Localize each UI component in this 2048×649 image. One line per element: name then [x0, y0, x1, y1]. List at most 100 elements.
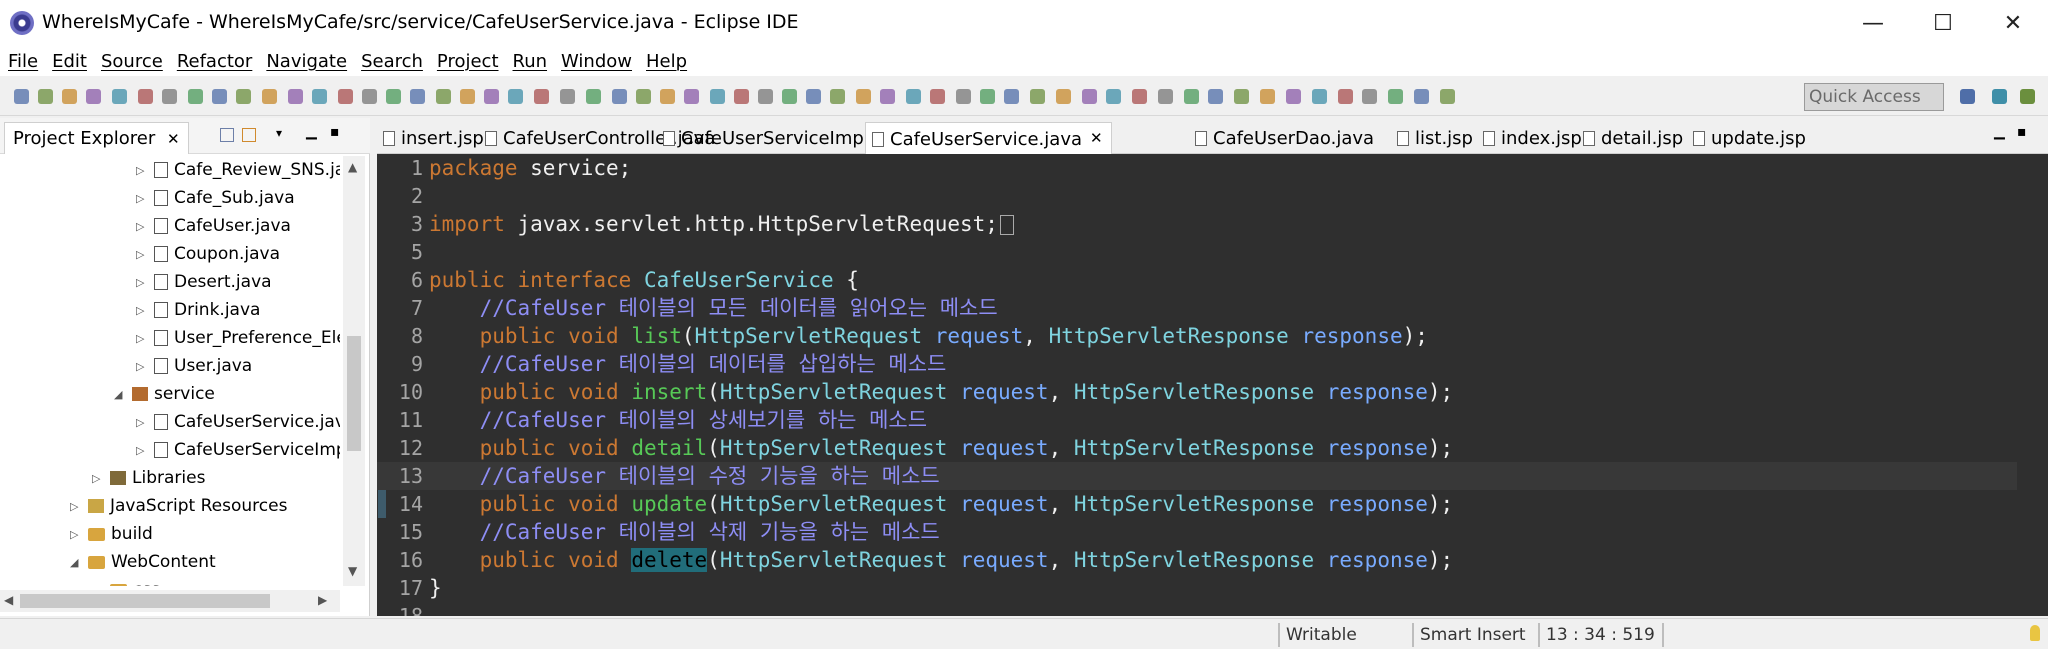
- toolbar-action-icon[interactable]: [386, 89, 401, 104]
- scroll-left-icon[interactable]: ◀: [4, 593, 13, 607]
- code-line[interactable]: 14 public void update(HttpServletRequest…: [377, 490, 2017, 518]
- toolbar-action-icon[interactable]: [684, 89, 699, 104]
- toolbar-action-icon[interactable]: [1030, 89, 1045, 104]
- menu-help[interactable]: Help: [646, 51, 687, 72]
- toolbar-action-icon[interactable]: [856, 89, 871, 104]
- toolbar-action-icon[interactable]: [1388, 89, 1403, 104]
- toolbar-action-icon[interactable]: [830, 89, 845, 104]
- view-menu-icon[interactable]: ▾: [276, 126, 282, 140]
- code-line[interactable]: 15 //CafeUser 테이블의 삭제 기능을 하는 메소드: [377, 518, 2017, 546]
- tree-item[interactable]: ▷ Cafe_Review_SNS.java: [136, 156, 340, 184]
- code-line[interactable]: 5: [377, 238, 2017, 266]
- menu-run[interactable]: Run: [513, 51, 548, 72]
- menu-navigate[interactable]: Navigate: [266, 51, 347, 72]
- toolbar-action-icon[interactable]: [212, 89, 227, 104]
- toolbar-action-icon[interactable]: [1106, 89, 1121, 104]
- code-line[interactable]: 3 import javax.servlet.http.HttpServletRe…: [377, 210, 2017, 238]
- toolbar-action-icon[interactable]: [362, 89, 377, 104]
- minimize-view-icon[interactable]: ▁: [306, 124, 317, 140]
- expand-arrow-icon[interactable]: ▷: [136, 444, 148, 457]
- toolbar-action-icon[interactable]: [1056, 89, 1071, 104]
- code-line[interactable]: 6 public interface CafeUserService {: [377, 266, 2017, 294]
- tree-item[interactable]: ▷ JavaScript Resources: [70, 492, 287, 520]
- expand-arrow-icon[interactable]: ▷: [136, 248, 148, 261]
- expand-arrow-icon[interactable]: ▷: [136, 332, 148, 345]
- toolbar-action-icon[interactable]: [980, 89, 995, 104]
- explorer-vertical-scrollbar[interactable]: ▲ ▼: [343, 156, 365, 586]
- toolbar-action-icon[interactable]: [806, 89, 821, 104]
- toolbar-action-icon[interactable]: [338, 89, 353, 104]
- toolbar-action-icon[interactable]: [560, 89, 575, 104]
- code-line[interactable]: 2: [377, 182, 2017, 210]
- expand-arrow-icon[interactable]: ▷: [136, 164, 148, 177]
- code-line[interactable]: 18: [377, 602, 2017, 616]
- code-line[interactable]: 8 public void list(HttpServletRequest re…: [377, 322, 2017, 350]
- editor-tab[interactable]: CafeUserService.java ✕: [865, 122, 1112, 154]
- perspective-icon[interactable]: [2020, 89, 2035, 104]
- vertical-scroll-thumb[interactable]: [347, 336, 361, 451]
- toolbar-action-icon[interactable]: [956, 89, 971, 104]
- toolbar-action-icon[interactable]: [1158, 89, 1173, 104]
- toolbar-action-icon[interactable]: [906, 89, 921, 104]
- toolbar-action-icon[interactable]: [312, 89, 327, 104]
- toolbar-action-icon[interactable]: [660, 89, 675, 104]
- code-line[interactable]: 17}: [377, 574, 2017, 602]
- toolbar-action-icon[interactable]: [710, 89, 725, 104]
- code-line[interactable]: 13 //CafeUser 테이블의 수정 기능을 하는 메소드: [377, 462, 2017, 490]
- close-button[interactable]: ✕: [1978, 0, 2048, 46]
- tree-item[interactable]: ▷ CafeUserService.java: [136, 408, 340, 436]
- toolbar-action-icon[interactable]: [586, 89, 601, 104]
- toolbar-action-icon[interactable]: [880, 89, 895, 104]
- toolbar-action-icon[interactable]: [1338, 89, 1353, 104]
- toolbar-action-icon[interactable]: [86, 89, 101, 104]
- toolbar-action-icon[interactable]: [410, 89, 425, 104]
- code-text-area[interactable]: 1 package service; 2 3 import javax.servlet.…: [377, 154, 2048, 616]
- scroll-down-icon[interactable]: ▼: [348, 564, 357, 578]
- menu-file[interactable]: File: [8, 51, 38, 72]
- toolbar-action-icon[interactable]: [1362, 89, 1377, 104]
- close-icon[interactable]: ✕: [167, 130, 180, 148]
- tree-item[interactable]: ▷ Cafe_Sub.java: [136, 184, 295, 212]
- expand-arrow-icon[interactable]: ▷: [136, 304, 148, 317]
- toolbar-action-icon[interactable]: [484, 89, 499, 104]
- code-line[interactable]: 9 //CafeUser 테이블의 데이터를 삽입하는 메소드: [377, 350, 2017, 378]
- menu-project[interactable]: Project: [437, 51, 499, 72]
- toolbar-action-icon[interactable]: [1184, 89, 1199, 104]
- toolbar-action-icon[interactable]: [138, 89, 153, 104]
- toolbar-action-icon[interactable]: [460, 89, 475, 104]
- tree-item[interactable]: ◢ WebContent: [70, 548, 216, 576]
- tree-item[interactable]: ◢ service: [114, 380, 215, 408]
- perspective-icon[interactable]: [1992, 89, 2007, 104]
- toolbar-action-icon[interactable]: [1312, 89, 1327, 104]
- expand-arrow-icon[interactable]: ▷: [136, 276, 148, 289]
- toolbar-action-icon[interactable]: [1414, 89, 1429, 104]
- expand-arrow-icon[interactable]: ▷: [70, 528, 82, 541]
- toolbar-action-icon[interactable]: [188, 89, 203, 104]
- toolbar-action-icon[interactable]: [758, 89, 773, 104]
- expand-arrow-icon[interactable]: ▷: [136, 416, 148, 429]
- toolbar-action-icon[interactable]: [112, 89, 127, 104]
- toolbar-action-icon[interactable]: [1132, 89, 1147, 104]
- menu-source[interactable]: Source: [101, 51, 163, 72]
- toolbar-action-icon[interactable]: [1004, 89, 1019, 104]
- expand-arrow-icon[interactable]: ▷: [136, 220, 148, 233]
- menu-refactor[interactable]: Refactor: [177, 51, 253, 72]
- editor-tab[interactable]: insert.jsp: [383, 122, 484, 154]
- toolbar-action-icon[interactable]: [436, 89, 451, 104]
- expand-arrow-icon[interactable]: ▷: [92, 584, 104, 587]
- expand-arrow-icon[interactable]: ▷: [70, 500, 82, 513]
- tree-item[interactable]: ▷ Drink.java: [136, 296, 260, 324]
- tree-item[interactable]: ▷ build: [70, 520, 153, 548]
- toolbar-action-icon[interactable]: [782, 89, 797, 104]
- tree-item[interactable]: ▷ css: [92, 576, 160, 586]
- scroll-right-icon[interactable]: ▶: [318, 593, 327, 607]
- code-line[interactable]: 7 //CafeUser 테이블의 모든 데이터를 읽어오는 메소드: [377, 294, 2017, 322]
- quick-access-input[interactable]: Quick Access: [1804, 83, 1944, 111]
- editor-tab[interactable]: list.jsp: [1397, 122, 1473, 154]
- toolbar-action-icon[interactable]: [1208, 89, 1223, 104]
- tree-item[interactable]: ▷ User.java: [136, 352, 252, 380]
- code-line[interactable]: 12 public void detail(HttpServletRequest…: [377, 434, 2017, 462]
- tree-item[interactable]: ▷ CafeUser.java: [136, 212, 291, 240]
- expand-arrow-icon[interactable]: ▷: [136, 360, 148, 373]
- toolbar-action-icon[interactable]: [734, 89, 749, 104]
